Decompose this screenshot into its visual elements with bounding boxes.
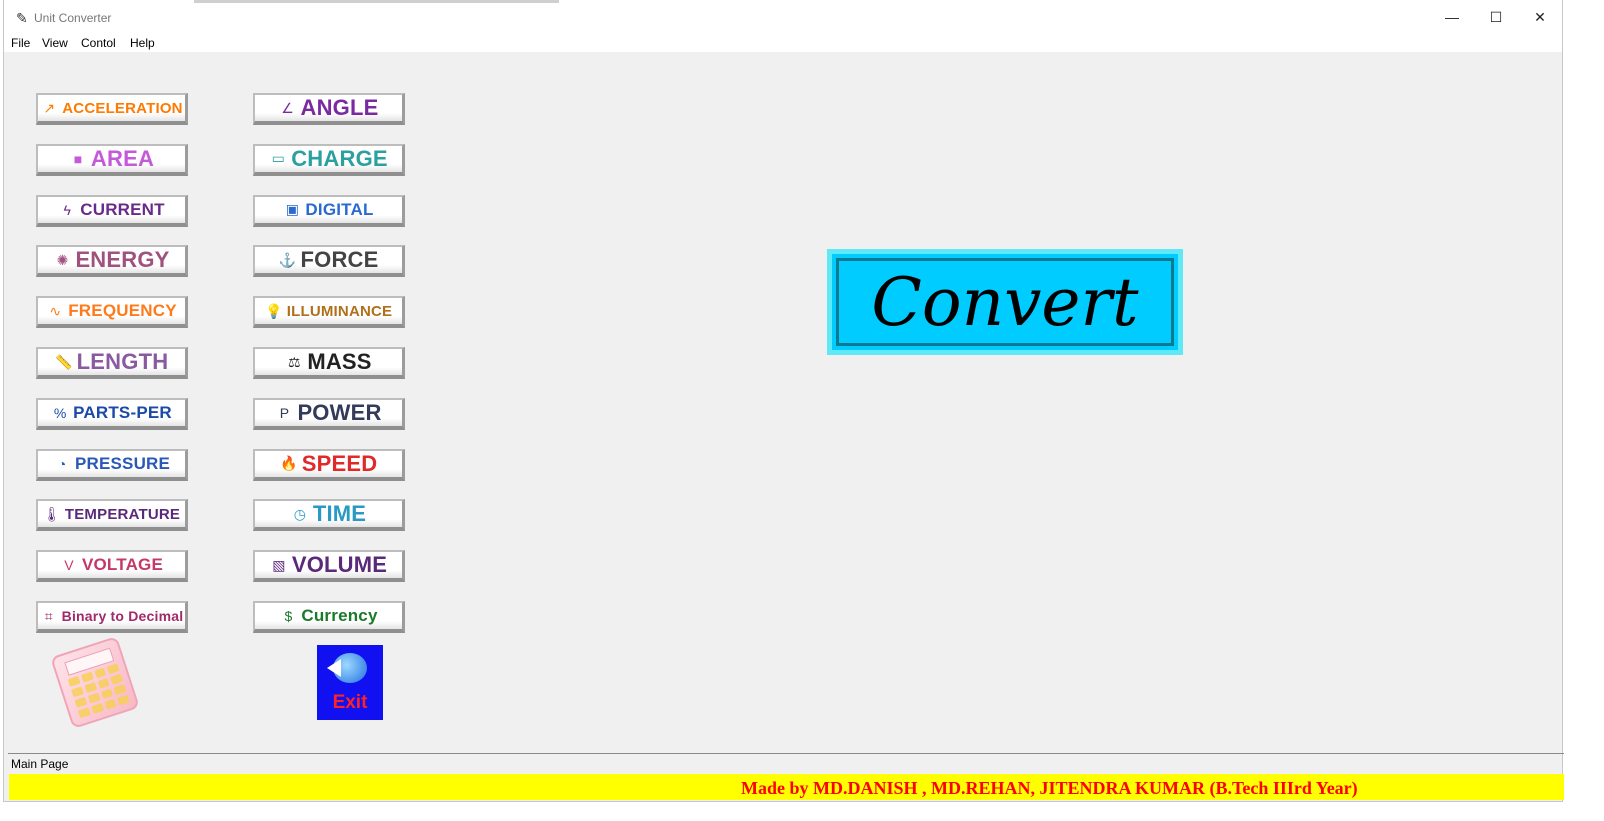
battery-icon: ▭	[271, 150, 285, 167]
clock-icon: ◷	[293, 505, 306, 522]
energy-label: ENERGY	[75, 247, 170, 273]
status-separator	[8, 753, 1564, 754]
voltage-icon: V	[64, 557, 74, 574]
speed-icon: 🔥	[279, 455, 298, 472]
minimize-button[interactable]: —	[1430, 0, 1474, 34]
cube-icon: ▧	[272, 556, 286, 573]
credit-text: Made by MD.DANISH , MD.REHAN, JITENDRA K…	[741, 778, 1358, 798]
gauge-icon: ◔	[57, 455, 67, 472]
frequency-icon: ∿	[49, 302, 62, 319]
binary-to-decimal-button[interactable]: ⌗ Binary to Decimal	[36, 601, 188, 633]
energy-button[interactable]: ✺ ENERGY	[36, 245, 188, 278]
ruler-icon: 📏	[54, 353, 73, 370]
convert-button[interactable]: Convert	[827, 249, 1183, 355]
pressure-label: PRESSURE	[74, 453, 171, 473]
close-button[interactable]: ✕	[1518, 0, 1562, 34]
temperature-button[interactable]: 🌡 TEMPERATURE	[36, 499, 188, 532]
angle-label: ANGLE	[300, 95, 379, 120]
time-button[interactable]: ◷ TIME	[253, 499, 405, 532]
menu-bar: File View Contol Help	[4, 34, 1562, 52]
parts-per-icon: %	[53, 404, 67, 421]
menu-control[interactable]: Contol	[81, 36, 116, 50]
currency-button[interactable]: $ Currency	[253, 601, 405, 633]
angle-icon: ∠	[281, 99, 294, 116]
area-button[interactable]: ■ AREA	[36, 143, 188, 176]
voltage-label: VOLTAGE	[81, 555, 164, 575]
menu-view[interactable]: View	[42, 36, 68, 50]
currency-label: Currency	[301, 606, 378, 625]
binary-icon: ⌗	[44, 607, 53, 624]
digital-icon: ▣	[285, 201, 300, 218]
temperature-label: TEMPERATURE	[64, 505, 181, 523]
mass-button[interactable]: ⚖ MASS	[253, 347, 405, 379]
charge-button[interactable]: ▭ CHARGE	[253, 143, 405, 176]
frequency-button[interactable]: ∿ FREQUENCY	[36, 296, 188, 329]
voltage-button[interactable]: V VOLTAGE	[36, 550, 188, 583]
illuminance-button[interactable]: 💡 ILLUMINANCE	[253, 296, 405, 329]
credit-bar: Made by MD.DANISH , MD.REHAN, JITENDRA K…	[9, 774, 1564, 800]
calculator-icon[interactable]	[50, 636, 140, 729]
feather-icon: ✎	[16, 10, 28, 26]
binary-to-decimal-label: Binary to Decimal	[61, 608, 184, 624]
force-label: FORCE	[300, 247, 379, 273]
pressure-button[interactable]: ◔ PRESSURE	[36, 448, 188, 481]
length-button[interactable]: 📏 LENGTH	[36, 347, 188, 379]
length-label: LENGTH	[76, 349, 169, 374]
current-label: CURRENT	[80, 199, 165, 219]
angle-button[interactable]: ∠ ANGLE	[253, 93, 405, 125]
area-label: AREA	[90, 145, 155, 171]
exit-label: Exit	[332, 692, 368, 713]
power-icon: P	[279, 404, 290, 421]
speed-button[interactable]: 🔥 SPEED	[253, 448, 405, 481]
area-icon: ■	[73, 150, 83, 167]
current-icon: ϟ	[63, 201, 71, 218]
maximize-button[interactable]: ☐	[1474, 0, 1518, 34]
app-window: ✎ Unit Converter — ☐ ✕ File View Contol …	[3, 0, 1564, 802]
mass-label: MASS	[307, 349, 372, 374]
window-title: Unit Converter	[34, 11, 112, 25]
parts-per-label: PARTS-PER	[73, 402, 172, 422]
time-label: TIME	[312, 501, 367, 527]
charge-label: CHARGE	[291, 145, 388, 171]
thermometer-icon: 🌡	[42, 505, 61, 522]
title-progress-strip	[194, 0, 559, 3]
power-button[interactable]: P POWER	[253, 397, 405, 430]
digital-label: DIGITAL	[305, 199, 374, 219]
frequency-label: FREQUENCY	[68, 301, 177, 321]
currency-icon: $	[284, 608, 293, 624]
speed-label: SPEED	[301, 450, 378, 476]
volume-button[interactable]: ▧ VOLUME	[253, 550, 405, 583]
convert-label: Convert	[871, 263, 1139, 341]
menu-help[interactable]: Help	[130, 36, 155, 50]
illuminance-label: ILLUMINANCE	[286, 302, 393, 320]
energy-icon: ✺	[56, 251, 69, 268]
force-icon: ⚓	[278, 251, 297, 268]
status-text: Main Page	[11, 757, 69, 771]
accel-icon: ↗	[43, 99, 56, 116]
current-button[interactable]: ϟ CURRENT	[36, 194, 188, 227]
exit-button[interactable]: Exit	[317, 645, 383, 720]
digital-button[interactable]: ▣ DIGITAL	[253, 194, 405, 227]
acceleration-label: ACCELERATION	[62, 99, 183, 117]
volume-label: VOLUME	[291, 552, 388, 578]
title-bar: ✎ Unit Converter — ☐ ✕	[4, 0, 1562, 34]
weight-icon: ⚖	[288, 353, 301, 370]
back-arrow-icon	[327, 653, 367, 683]
force-button[interactable]: ⚓ FORCE	[253, 245, 405, 278]
power-label: POWER	[297, 399, 382, 425]
menu-file[interactable]: File	[11, 36, 30, 50]
bulb-icon: 💡	[265, 302, 283, 319]
parts-per-button[interactable]: % PARTS-PER	[36, 397, 188, 430]
acceleration-button[interactable]: ↗ ACCELERATION	[36, 93, 188, 125]
